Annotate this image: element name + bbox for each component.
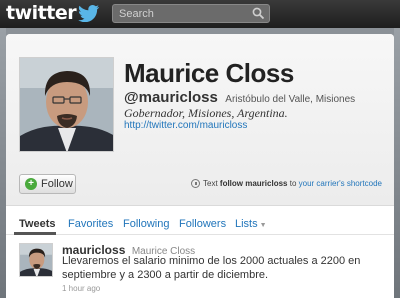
tab-followers[interactable]: Followers [179, 218, 226, 230]
profile-panel: Maurice Closs @mauricloss Aristóbulo del… [6, 34, 394, 298]
tweet-avatar[interactable] [19, 243, 53, 277]
tab-lists[interactable]: Lists ▼ [235, 218, 267, 230]
sms-icon [191, 179, 200, 188]
tab-following[interactable]: Following [123, 218, 169, 230]
tab-tweets[interactable]: Tweets [19, 218, 55, 230]
sms-middle: to [289, 179, 297, 188]
profile-header: Maurice Closs @mauricloss Aristóbulo del… [6, 34, 394, 206]
sms-prefix: Text [203, 179, 218, 188]
twitter-logo[interactable]: twitter [6, 2, 77, 24]
tab-favorites[interactable]: Favorites [68, 218, 113, 230]
search-box [112, 4, 270, 23]
top-bar: twitter [0, 0, 400, 28]
background-right [394, 28, 400, 298]
tweet-text: Llevaremos el salario minimo de los 2000… [62, 255, 361, 281]
search-icon[interactable] [252, 7, 265, 20]
twitter-bird-icon [78, 5, 100, 22]
search-input[interactable] [113, 5, 243, 22]
handle-line: @mauricloss Aristóbulo del Valle, Mision… [124, 89, 355, 107]
profile-avatar[interactable] [19, 57, 114, 152]
avatar-portrait [20, 58, 113, 151]
sms-command: follow mauricloss [219, 179, 288, 188]
tab-lists-label: Lists [235, 218, 258, 230]
tweet-timestamp[interactable]: 1 hour ago [62, 284, 100, 293]
profile-bio: Gobernador, Misiones, Argentina. [124, 106, 288, 120]
tweet-item[interactable]: mauricloss Maurice Closs Llevaremos el s… [6, 236, 394, 298]
profile-handle: @mauricloss [124, 89, 218, 106]
sms-follow-hint: Text follow mauricloss to your carrier's… [191, 179, 382, 188]
follow-label: Follow [41, 178, 73, 190]
chevron-down-icon: ▼ [259, 222, 267, 229]
plus-icon: + [25, 178, 37, 190]
profile-location: Aristóbulo del Valle, Misiones [225, 94, 356, 105]
carrier-shortcode-link[interactable]: your carrier's shortcode [299, 179, 382, 188]
follow-button[interactable]: + Follow [19, 174, 76, 194]
profile-tabs: Tweets Favorites Following Followers Lis… [6, 207, 394, 235]
profile-url-link[interactable]: http://twitter.com/mauricloss [124, 120, 247, 131]
tweet-avatar-portrait [20, 244, 52, 276]
profile-display-name: Maurice Closs [124, 58, 294, 88]
active-tab-indicator [14, 232, 56, 235]
